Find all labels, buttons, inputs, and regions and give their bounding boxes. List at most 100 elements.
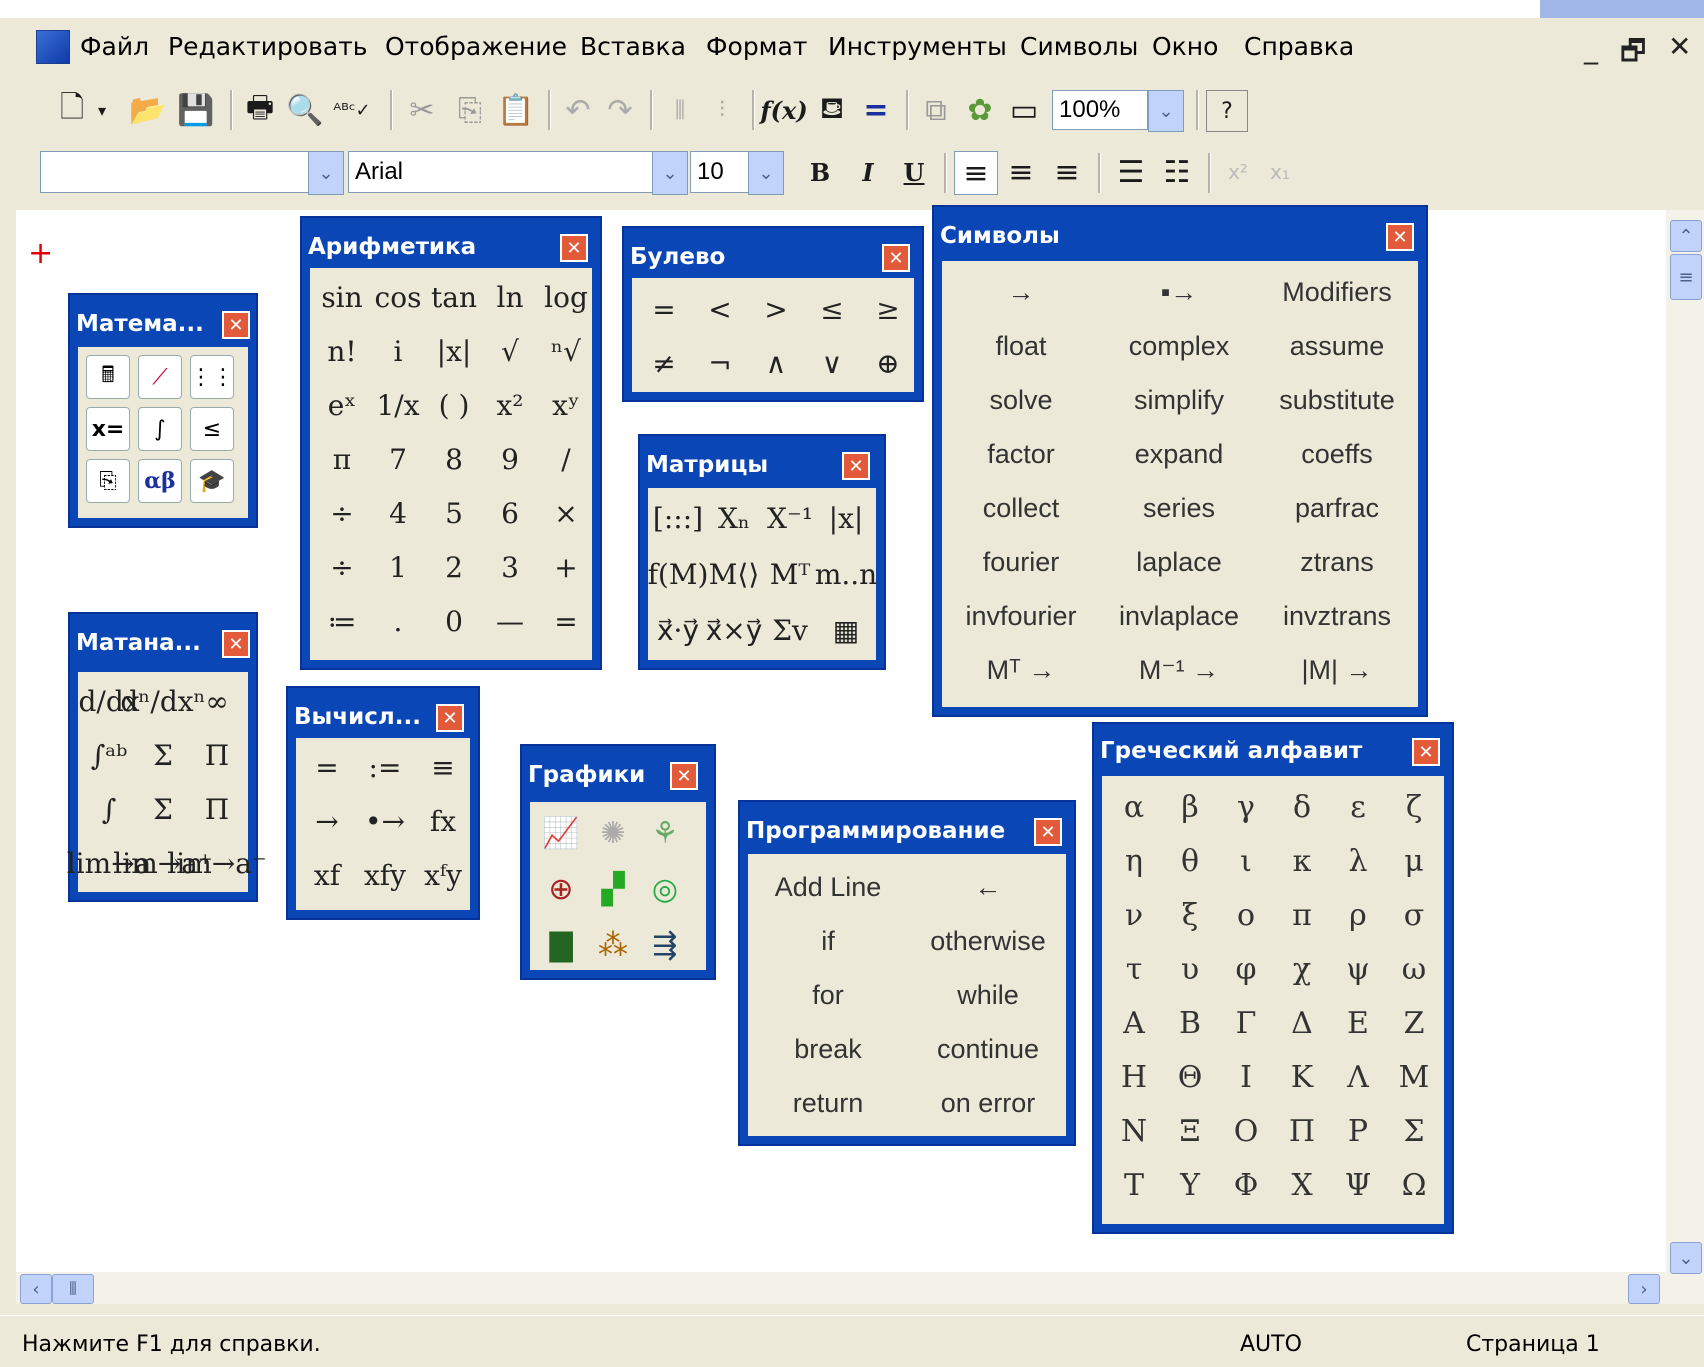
greek-letter-button[interactable]: Ζ [1386,996,1442,1050]
arithmetic-operator-button[interactable]: cos [370,270,426,324]
greek-letter-button[interactable]: φ [1218,942,1274,996]
arithmetic-operator-button[interactable]: 6 [482,486,538,540]
greek-letter-button[interactable]: Γ [1218,996,1274,1050]
symbolic-keyword-button[interactable]: invfourier [942,589,1100,643]
greek-letter-button[interactable]: Ρ [1330,1104,1386,1158]
arithmetic-operator-button[interactable]: ln [482,270,538,324]
symbolic-keyword-button[interactable]: coeffs [1258,427,1416,481]
symbolic-keyword-button[interactable]: invlaplace [1100,589,1258,643]
copy-icon[interactable]: ⎘ [450,88,490,132]
bold-button[interactable]: B [800,151,840,193]
menu-help[interactable]: Справка [1244,32,1354,61]
arithmetic-operator-button[interactable]: n! [314,324,370,378]
align-left-icon[interactable]: ≡ [954,151,998,195]
minimize-button[interactable]: _ [1584,32,1598,65]
close-icon[interactable]: ✕ [222,630,250,658]
matrix-operator-button[interactable]: M⟨⟩ [706,546,762,602]
arithmetic-operator-button[interactable]: 1/x [370,378,426,432]
symbolic-keyword-button[interactable]: float [942,319,1100,373]
greek-letter-button[interactable]: Μ [1386,1050,1442,1104]
symbolic-keyword-button[interactable]: expand [1100,427,1258,481]
menu-window[interactable]: Окно [1152,32,1218,61]
spellcheck-icon[interactable]: ᴬᴮᶜ✓ [330,88,374,132]
open-folder-icon[interactable]: 📂 [128,88,168,132]
greek-letter-button[interactable]: ρ [1330,888,1386,942]
greek-letter-button[interactable]: β [1162,780,1218,834]
greek-letter-button[interactable]: μ [1386,834,1442,888]
arithmetic-operator-button[interactable]: sin [314,270,370,324]
matrix-operator-button[interactable]: m..n [815,546,877,602]
numbering-icon[interactable]: ☷ [1156,151,1198,193]
boolean-operator-button[interactable]: > [748,282,804,336]
boolean-operator-button[interactable]: = [636,282,692,336]
arithmetic-operator-button[interactable]: 8 [426,432,482,486]
arithmetic-operator-button[interactable]: √ [482,324,538,378]
boolean-operator-button[interactable]: ≠ [636,336,692,390]
arithmetic-operator-button[interactable]: — [482,594,538,648]
greek-letter-button[interactable]: Ω [1386,1158,1442,1212]
greek-letter-button[interactable]: θ [1162,834,1218,888]
palette-calculus[interactable]: Матана... ✕ d/dx dⁿ/dxⁿ ∞ ∫ᵃᵇ Σ Π ∫ Σ Πlim→a lim→… [67,612,267,902]
arithmetic-operator-button[interactable]: . [370,594,426,648]
symbolic-keyword-button[interactable]: M⁻¹ → [1100,643,1258,697]
window-icon[interactable]: ▭ [1004,88,1044,132]
greek-letter-button[interactable]: π [1274,888,1330,942]
arithmetic-operator-button[interactable]: i [370,324,426,378]
align-down-icon[interactable]: ⫶ [704,88,740,132]
arithmetic-operator-button[interactable]: / [538,432,594,486]
evaluation-operator-button[interactable]: xᶠy [414,848,472,902]
evaluation-operator-button[interactable]: xfy [356,848,414,902]
symbolic-keyword-button[interactable]: Modifiers [1258,265,1416,319]
close-icon[interactable]: ✕ [842,452,870,480]
menu-insert[interactable]: Вставка [580,32,686,61]
menu-view[interactable]: Отображение [385,32,567,61]
programming-keyword-button[interactable]: while [908,968,1068,1022]
chevron-down-icon[interactable]: ⌄ [652,151,688,195]
menu-file[interactable]: Файл [80,32,149,61]
programming-keyword-button[interactable]: if [748,914,908,968]
close-window-button[interactable]: ✕ [1668,30,1691,63]
symbolic-keyword-button[interactable]: → [942,265,1100,319]
boolean-operator-button[interactable]: ∨ [804,336,860,390]
greek-letter-button[interactable]: Λ [1330,1050,1386,1104]
calculus-operator-button[interactable]: ∞ [190,674,244,728]
programming-icon[interactable]: ⎘ [86,459,130,503]
calculus-operator-button[interactable]: lim→a⁻ [167,836,266,890]
polar-plot-icon[interactable]: ✺ [588,808,638,858]
calculus-operator-button[interactable]: Σ [136,728,190,782]
print-icon[interactable]: 🖶 [240,88,280,132]
boolean-icon[interactable]: ≤ [190,407,234,451]
arithmetic-operator-button[interactable]: x² [482,378,538,432]
greek-letter-button[interactable]: ξ [1162,888,1218,942]
programming-keyword-button[interactable]: otherwise [908,914,1068,968]
calculus-operator-button[interactable]: Π [190,782,244,836]
arithmetic-operator-button[interactable]: xʸ [538,378,594,432]
calculus-operator-button[interactable]: dⁿ/dxⁿ [120,674,205,728]
menu-edit[interactable]: Редактировать [168,32,368,61]
evaluation-operator-button[interactable]: •→ [356,794,414,848]
symbolic-keyword-button[interactable]: simplify [1100,373,1258,427]
greek-letter-button[interactable]: λ [1330,834,1386,888]
boolean-operator-button[interactable]: ¬ [692,336,748,390]
matrix-icon[interactable]: ⋮⋮ [190,355,234,399]
programming-keyword-button[interactable]: ← [908,860,1068,914]
greek-letter-button[interactable]: Θ [1162,1050,1218,1104]
symbolic-keyword-button[interactable]: collect [942,481,1100,535]
greek-letter-button[interactable]: Σ [1386,1104,1442,1158]
palette-programming[interactable]: Программирование ✕ Add Line ← if otherwise f… [738,800,1076,1146]
palette-evaluation[interactable]: Вычисл... ✕ =:= ≡ → •→ fx xf xfy xᶠy [286,686,480,920]
greek-letter-button[interactable]: σ [1386,888,1442,942]
calculus-operator-button[interactable]: ∫ [82,782,136,836]
evaluation-operator-button[interactable]: xf [298,848,356,902]
close-icon[interactable]: ✕ [1412,738,1440,766]
matrix-operator-button[interactable]: |x| [818,490,874,546]
scroll-left-icon[interactable]: ‹ [20,1274,52,1304]
surface-plot-icon[interactable]: ▞ [588,864,638,914]
boolean-operator-button[interactable]: ≥ [860,282,916,336]
insert-component-icon[interactable]: ⧉ [916,88,956,132]
symbolic-keyword-button[interactable]: parfrac [1258,481,1416,535]
palette-graphs[interactable]: Графики ✕ 📈 ✺ ⚘ ⊕ ▞ ◎ ▇ ⁂ ⇶ [520,744,716,980]
boolean-operator-button[interactable]: ≤ [804,282,860,336]
matrix-operator-button[interactable]: f(M) [648,546,709,602]
arithmetic-operator-button[interactable]: ÷ [314,540,370,594]
